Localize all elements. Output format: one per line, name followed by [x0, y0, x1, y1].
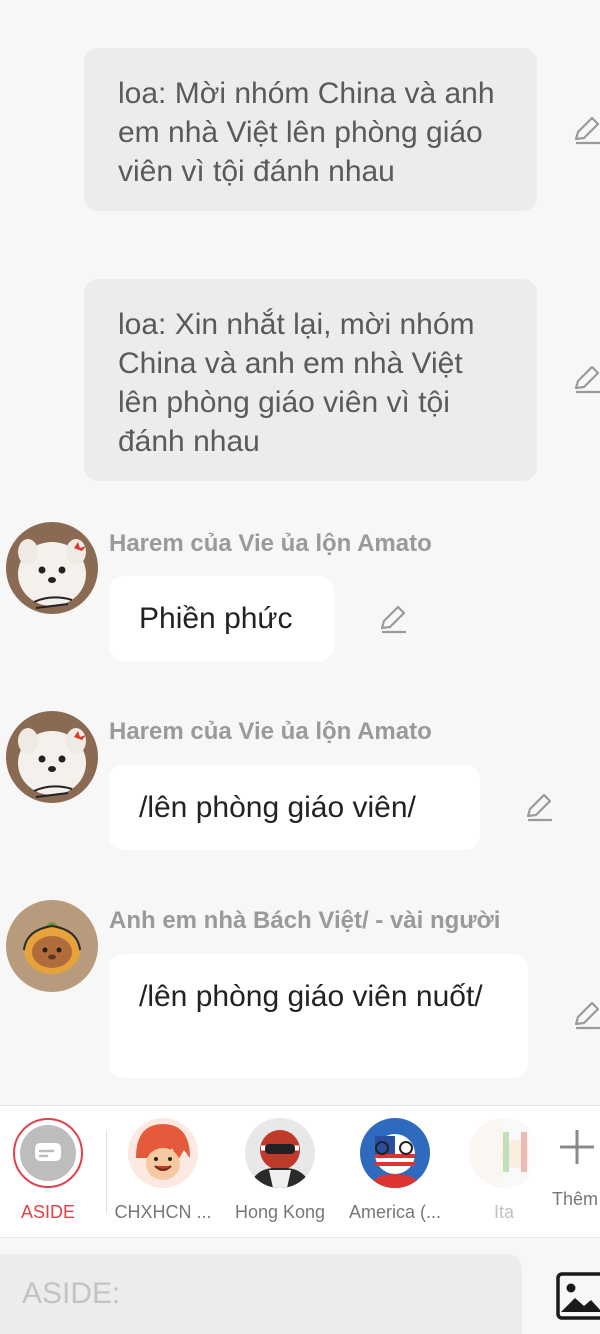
- input-area: [0, 1238, 600, 1334]
- image-icon[interactable]: [556, 1272, 600, 1320]
- sender-name: Harem của Vie ủa lộn Amato: [109, 530, 432, 557]
- narration-message[interactable]: loa: Xin nhắt lại, mời nhóm China và anh…: [84, 279, 537, 481]
- character-chxhcn[interactable]: CHXHCN ...: [108, 1118, 218, 1223]
- character-name: America (...: [348, 1202, 441, 1222]
- character-selector[interactable]: ASIDE CHXHCN ... Hong Kong America (... …: [0, 1105, 600, 1238]
- white-dog-avatar[interactable]: [6, 522, 98, 614]
- character-name: ASIDE: [20, 1202, 76, 1222]
- narration-text: loa: Xin nhắt lại, mời nhóm China và anh…: [118, 308, 475, 458]
- message-text: /lên phòng giáo viên nuốt/: [139, 980, 483, 1013]
- chat-bubble-icon: [20, 1125, 76, 1181]
- plus-icon: [560, 1130, 594, 1164]
- character-america[interactable]: America (...: [340, 1118, 450, 1223]
- divider: [106, 1130, 107, 1214]
- chat-bubble[interactable]: Phiền phức: [109, 576, 334, 661]
- message-input[interactable]: [0, 1254, 522, 1334]
- hong-kong-character-avatar: [245, 1118, 315, 1188]
- edit-icon[interactable]: [572, 1000, 600, 1030]
- capybara-avatar[interactable]: [6, 900, 98, 992]
- message-text: /lên phòng giáo viên/: [139, 791, 416, 824]
- chat-bubble[interactable]: /lên phòng giáo viên/: [109, 765, 480, 850]
- edit-icon[interactable]: [378, 604, 408, 634]
- america-character-avatar: [360, 1118, 430, 1188]
- narration-text: loa: Mời nhóm China và anh em nhà Việt l…: [118, 77, 495, 188]
- narration-message[interactable]: loa: Mời nhóm China và anh em nhà Việt l…: [84, 48, 537, 211]
- add-more-label: Thêm: [552, 1189, 599, 1209]
- edit-icon[interactable]: [572, 364, 600, 394]
- add-character-button[interactable]: Thêm: [528, 1106, 600, 1237]
- message-text: Phiền phức: [139, 602, 293, 635]
- character-name: Hong Kong: [234, 1202, 326, 1222]
- white-dog-avatar[interactable]: [6, 711, 98, 803]
- aside-avatar: [13, 1118, 83, 1188]
- sender-name: Anh em nhà Bách Việt/ - vài người: [109, 907, 501, 934]
- chat-area[interactable]: loa: Mời nhóm China và anh em nhà Việt l…: [0, 0, 600, 1105]
- character-name: CHXHCN ...: [114, 1202, 212, 1222]
- chat-bubble[interactable]: /lên phòng giáo viên nuốt/: [109, 954, 528, 1078]
- edit-icon[interactable]: [572, 115, 600, 145]
- sender-name: Harem của Vie ủa lộn Amato: [109, 718, 432, 745]
- edit-icon[interactable]: [524, 792, 554, 822]
- red-hair-character-avatar: [128, 1118, 198, 1188]
- character-aside[interactable]: ASIDE: [0, 1118, 103, 1223]
- character-hong-kong[interactable]: Hong Kong: [225, 1118, 335, 1223]
